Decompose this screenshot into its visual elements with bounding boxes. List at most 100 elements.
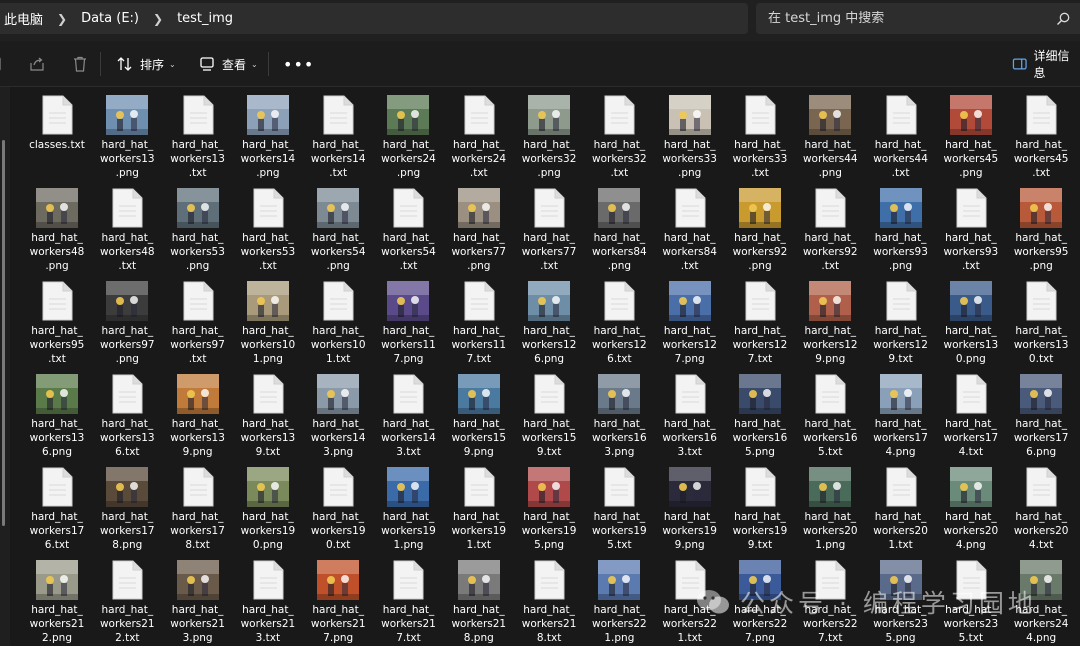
breadcrumb-this-pc[interactable]: 此电脑 bbox=[4, 9, 43, 28]
file-item-image[interactable]: hard_hat_ workers44 .png bbox=[795, 92, 865, 185]
file-item-image[interactable]: hard_hat_ workers17 6.png bbox=[1006, 371, 1076, 464]
nav-scrollbar[interactable] bbox=[2, 140, 5, 526]
file-item-image[interactable]: hard_hat_ workers33 .png bbox=[655, 92, 725, 185]
file-item-image[interactable]: hard_hat_ workers16 5.png bbox=[725, 371, 795, 464]
file-item-txt[interactable]: hard_hat_ workers23 5.txt bbox=[936, 557, 1006, 646]
file-item-image[interactable]: hard_hat_ workers11 7.png bbox=[373, 278, 443, 371]
details-pane-button[interactable]: 详细信息 bbox=[1012, 41, 1080, 87]
file-item-txt[interactable]: hard_hat_ workers13 0.txt bbox=[1006, 278, 1076, 371]
file-item-txt[interactable]: hard_hat_ workers13 .txt bbox=[163, 92, 233, 185]
file-item-txt[interactable]: hard_hat_ workers92 .txt bbox=[795, 185, 865, 278]
file-item-txt[interactable]: hard_hat_ workers21 2.txt bbox=[92, 557, 162, 646]
file-item-txt[interactable]: hard_hat_ workers20 1.txt bbox=[866, 464, 936, 557]
file-item-image[interactable]: hard_hat_ workers45 .png bbox=[936, 92, 1006, 185]
file-item-txt[interactable]: hard_hat_ workers12 6.txt bbox=[584, 278, 654, 371]
file-item-txt[interactable]: hard_hat_ workers97 .txt bbox=[163, 278, 233, 371]
file-item-image[interactable]: hard_hat_ workers19 9.png bbox=[655, 464, 725, 557]
file-item-txt[interactable]: hard_hat_ workers12 7.txt bbox=[725, 278, 795, 371]
file-item-txt[interactable]: hard_hat_ workers54 .txt bbox=[373, 185, 443, 278]
file-item-txt[interactable]: hard_hat_ workers44 .txt bbox=[866, 92, 936, 185]
breadcrumb-folder[interactable]: test_img bbox=[177, 11, 233, 26]
file-item-image[interactable]: hard_hat_ workers93 .png bbox=[866, 185, 936, 278]
file-item-image[interactable]: hard_hat_ workers12 7.png bbox=[655, 278, 725, 371]
file-item-image[interactable]: hard_hat_ workers53 .png bbox=[163, 185, 233, 278]
file-item-txt[interactable]: hard_hat_ workers22 1.txt bbox=[655, 557, 725, 646]
file-item-image[interactable]: hard_hat_ workers22 1.png bbox=[584, 557, 654, 646]
file-item-txt[interactable]: hard_hat_ workers48 .txt bbox=[92, 185, 162, 278]
file-item-image[interactable]: hard_hat_ workers21 7.png bbox=[303, 557, 373, 646]
search-box[interactable] bbox=[756, 3, 1080, 34]
file-item-txt[interactable]: hard_hat_ workers21 7.txt bbox=[373, 557, 443, 646]
file-item-txt[interactable]: hard_hat_ workers22 7.txt bbox=[795, 557, 865, 646]
file-item-txt[interactable]: hard_hat_ workers53 .txt bbox=[233, 185, 303, 278]
file-item-image[interactable]: hard_hat_ workers16 3.png bbox=[584, 371, 654, 464]
file-item-txt[interactable]: hard_hat_ workers20 4.txt bbox=[1006, 464, 1076, 557]
file-item-txt[interactable]: hard_hat_ workers45 .txt bbox=[1006, 92, 1076, 185]
search-input[interactable] bbox=[768, 11, 1058, 26]
file-item-image[interactable]: hard_hat_ workers17 8.png bbox=[92, 464, 162, 557]
file-item-image[interactable]: hard_hat_ workers13 .png bbox=[92, 92, 162, 185]
file-item-image[interactable]: hard_hat_ workers24 .png bbox=[373, 92, 443, 185]
sort-button[interactable]: 排序 ⌄ bbox=[116, 41, 176, 87]
file-item-txt[interactable]: hard_hat_ workers84 .txt bbox=[655, 185, 725, 278]
file-item-txt[interactable]: hard_hat_ workers13 6.txt bbox=[92, 371, 162, 464]
file-item-txt[interactable]: hard_hat_ workers19 5.txt bbox=[584, 464, 654, 557]
file-item-image[interactable]: hard_hat_ workers17 4.png bbox=[866, 371, 936, 464]
file-item-image[interactable]: hard_hat_ workers13 9.png bbox=[163, 371, 233, 464]
file-item-txt[interactable]: hard_hat_ workers17 6.txt bbox=[22, 464, 92, 557]
file-item-txt[interactable]: hard_hat_ workers12 9.txt bbox=[866, 278, 936, 371]
file-item-image[interactable]: hard_hat_ workers21 3.png bbox=[163, 557, 233, 646]
file-item-image[interactable]: hard_hat_ workers97 .png bbox=[92, 278, 162, 371]
search-icon[interactable] bbox=[1056, 12, 1070, 26]
file-item-txt[interactable]: hard_hat_ workers10 1.txt bbox=[303, 278, 373, 371]
file-item-txt[interactable]: hard_hat_ workers77 .txt bbox=[514, 185, 584, 278]
file-item-image[interactable]: hard_hat_ workers48 .png bbox=[22, 185, 92, 278]
file-item-image[interactable]: hard_hat_ workers77 .png bbox=[444, 185, 514, 278]
file-item-txt[interactable]: hard_hat_ workers21 8.txt bbox=[514, 557, 584, 646]
file-item-txt[interactable]: hard_hat_ workers16 5.txt bbox=[795, 371, 865, 464]
file-item-image[interactable]: hard_hat_ workers14 3.png bbox=[303, 371, 373, 464]
file-item-txt[interactable]: classes.txt bbox=[22, 92, 92, 185]
file-item-txt[interactable]: hard_hat_ workers24 .txt bbox=[444, 92, 514, 185]
file-item-txt[interactable]: hard_hat_ workers15 9.txt bbox=[514, 371, 584, 464]
file-item-image[interactable]: hard_hat_ workers10 1.png bbox=[233, 278, 303, 371]
file-item-image[interactable]: hard_hat_ workers22 7.png bbox=[725, 557, 795, 646]
file-item-image[interactable]: hard_hat_ workers13 6.png bbox=[22, 371, 92, 464]
file-item-image[interactable]: hard_hat_ workers23 5.png bbox=[866, 557, 936, 646]
file-item-txt[interactable]: hard_hat_ workers33 .txt bbox=[725, 92, 795, 185]
file-item-image[interactable]: hard_hat_ workers21 8.png bbox=[444, 557, 514, 646]
file-item-txt[interactable]: hard_hat_ workers14 .txt bbox=[303, 92, 373, 185]
more-options-button[interactable]: ••• bbox=[283, 41, 314, 87]
file-item-image[interactable]: hard_hat_ workers24 4.png bbox=[1006, 557, 1076, 646]
file-item-txt[interactable]: hard_hat_ workers16 3.txt bbox=[655, 371, 725, 464]
file-item-image[interactable]: hard_hat_ workers21 2.png bbox=[22, 557, 92, 646]
file-item-txt[interactable]: hard_hat_ workers32 .txt bbox=[584, 92, 654, 185]
file-item-image[interactable]: hard_hat_ workers19 5.png bbox=[514, 464, 584, 557]
paste-button[interactable] bbox=[0, 41, 6, 87]
file-item-txt[interactable]: hard_hat_ workers19 0.txt bbox=[303, 464, 373, 557]
file-item-txt[interactable]: hard_hat_ workers13 9.txt bbox=[233, 371, 303, 464]
file-item-image[interactable]: hard_hat_ workers19 0.png bbox=[233, 464, 303, 557]
file-item-image[interactable]: hard_hat_ workers13 0.png bbox=[936, 278, 1006, 371]
file-item-txt[interactable]: hard_hat_ workers11 7.txt bbox=[444, 278, 514, 371]
share-button[interactable] bbox=[28, 41, 46, 87]
file-item-txt[interactable]: hard_hat_ workers93 .txt bbox=[936, 185, 1006, 278]
file-item-image[interactable]: hard_hat_ workers14 .png bbox=[233, 92, 303, 185]
file-item-txt[interactable]: hard_hat_ workers95 .txt bbox=[22, 278, 92, 371]
file-item-image[interactable]: hard_hat_ workers20 1.png bbox=[795, 464, 865, 557]
file-item-txt[interactable]: hard_hat_ workers14 3.txt bbox=[373, 371, 443, 464]
file-item-image[interactable]: hard_hat_ workers12 6.png bbox=[514, 278, 584, 371]
file-item-image[interactable]: hard_hat_ workers32 .png bbox=[514, 92, 584, 185]
file-item-image[interactable]: hard_hat_ workers12 9.png bbox=[795, 278, 865, 371]
file-item-image[interactable]: hard_hat_ workers19 1.png bbox=[373, 464, 443, 557]
file-item-image[interactable]: hard_hat_ workers84 .png bbox=[584, 185, 654, 278]
file-item-image[interactable]: hard_hat_ workers92 .png bbox=[725, 185, 795, 278]
file-item-txt[interactable]: hard_hat_ workers19 9.txt bbox=[725, 464, 795, 557]
file-item-txt[interactable]: hard_hat_ workers17 4.txt bbox=[936, 371, 1006, 464]
file-item-txt[interactable]: hard_hat_ workers19 1.txt bbox=[444, 464, 514, 557]
file-item-image[interactable]: hard_hat_ workers95 .png bbox=[1006, 185, 1076, 278]
view-button[interactable]: 查看 ⌄ bbox=[198, 41, 258, 87]
file-item-image[interactable]: hard_hat_ workers15 9.png bbox=[444, 371, 514, 464]
file-item-txt[interactable]: hard_hat_ workers17 8.txt bbox=[163, 464, 233, 557]
address-bar[interactable]: 此电脑 ❯ Data (E:) ❯ test_img bbox=[0, 3, 748, 34]
